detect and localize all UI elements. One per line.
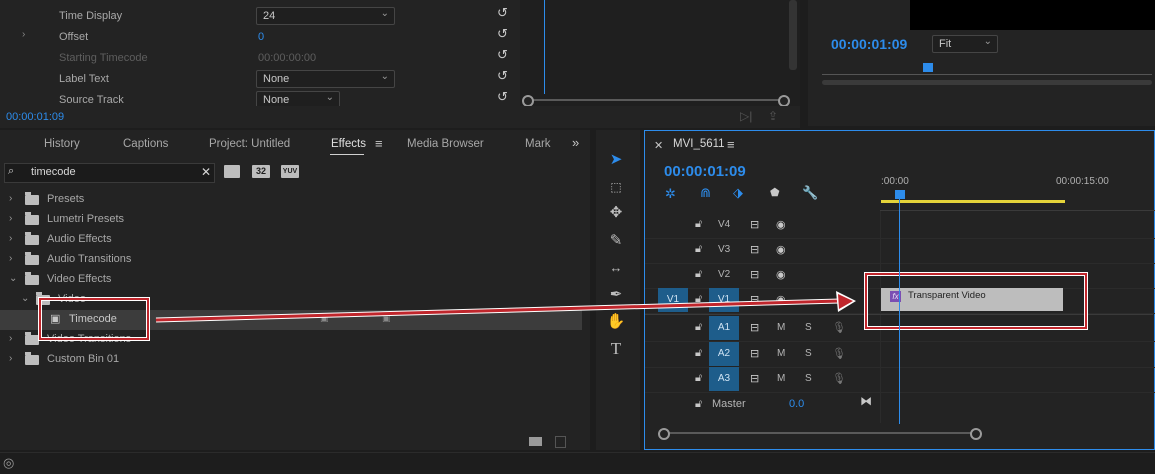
drag-arrow: [155, 291, 856, 323]
status-icon: ◎: [3, 455, 15, 470]
status-bar: ◎: [0, 452, 1155, 474]
